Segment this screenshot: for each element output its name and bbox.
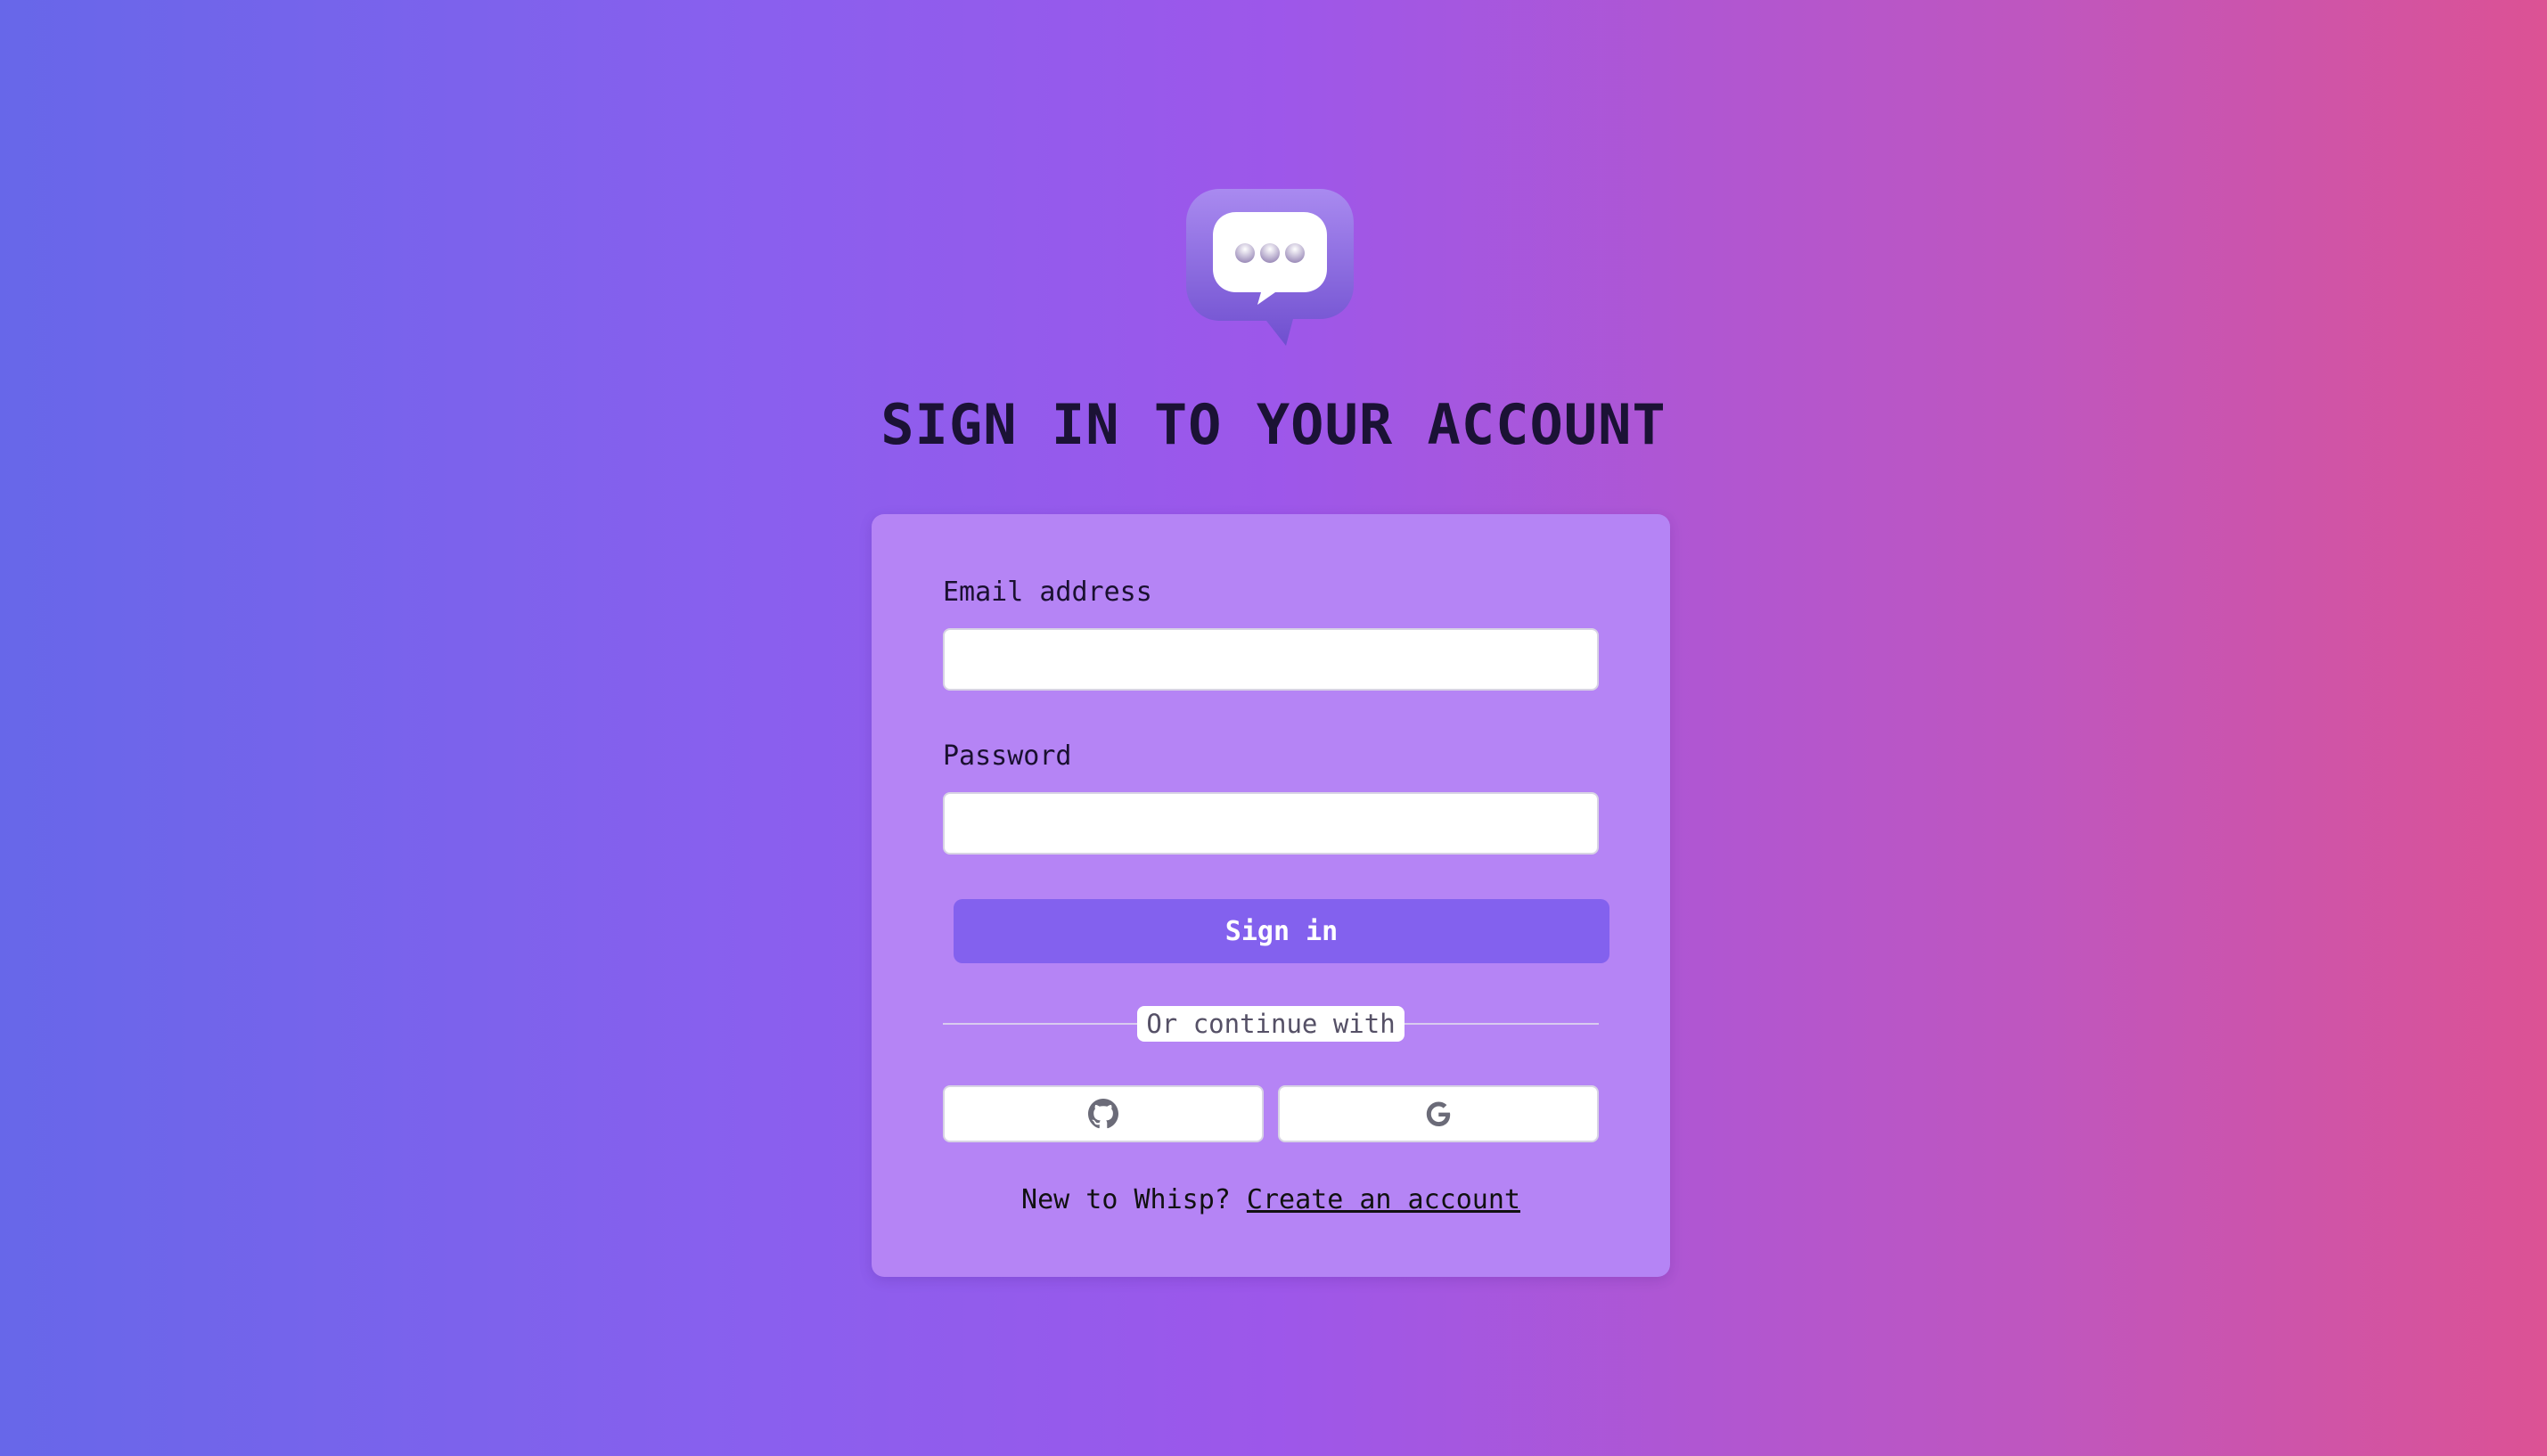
- sign-in-button[interactable]: Sign in: [954, 899, 1609, 963]
- create-account-link[interactable]: Create an account: [1247, 1184, 1520, 1215]
- sign-up-prompt: New to Whisp? Create an account: [872, 1182, 1670, 1218]
- github-sign-in-button[interactable]: [943, 1085, 1264, 1142]
- sign-in-card: Email address Password Sign in Or contin…: [872, 514, 1670, 1277]
- google-icon: [1423, 1099, 1454, 1129]
- divider-label: Or continue with: [1137, 1006, 1405, 1042]
- github-icon: [1088, 1099, 1118, 1129]
- page-title: SIGN IN TO YOUR ACCOUNT: [880, 392, 1667, 457]
- email-field[interactable]: [943, 628, 1599, 691]
- email-label: Email address: [943, 577, 1152, 608]
- sign-up-prompt-text: New to Whisp?: [1021, 1184, 1231, 1215]
- password-field[interactable]: [943, 792, 1599, 855]
- password-label: Password: [943, 740, 1072, 772]
- chat-bubble-icon: [1184, 187, 1355, 348]
- google-sign-in-button[interactable]: [1278, 1085, 1599, 1142]
